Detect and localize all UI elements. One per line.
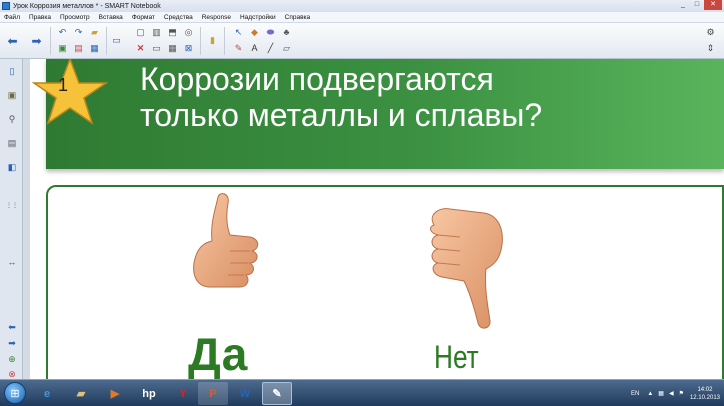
gear-icon[interactable]: ⚙ bbox=[704, 26, 717, 39]
tray-arrow-icon[interactable]: ▲ bbox=[647, 391, 653, 397]
toolbar-move-icon[interactable]: ⇕ bbox=[704, 42, 717, 55]
window-controls: _ □ ✕ bbox=[676, 0, 722, 10]
menu-tools[interactable]: Средства bbox=[164, 14, 193, 21]
answer-no[interactable]: Нет bbox=[434, 339, 479, 376]
clock-time: 14:02 bbox=[697, 386, 713, 393]
back-arrow-icon[interactable]: ⬅ bbox=[6, 34, 19, 47]
vertical-scrollbar[interactable] bbox=[23, 59, 30, 379]
word-icon[interactable]: W bbox=[230, 382, 260, 405]
menu-file[interactable]: Файл bbox=[4, 14, 20, 21]
main-toolbar: ⬅ ➡ ↶ ↷ ▰ ▣ ▤ ▦ ▭ ▢ ▥ ⬒ ◎ ✕ ▭ ▦ ⊠ ▮ ↖ ◆ … bbox=[0, 23, 724, 59]
undo-icon[interactable]: ↶ bbox=[56, 26, 69, 39]
line-icon[interactable]: ╱ bbox=[264, 42, 277, 55]
question-line-2: только металлы и сплавы? bbox=[140, 97, 543, 133]
star-icon bbox=[31, 59, 109, 125]
network-icon[interactable]: ▦ bbox=[658, 390, 664, 397]
smart-notebook-taskbar-icon[interactable]: ✎ bbox=[262, 382, 292, 405]
magic-pen-icon[interactable]: ▱ bbox=[280, 42, 293, 55]
menu-addons[interactable]: Надстройки bbox=[240, 14, 276, 21]
properties-tab-icon[interactable]: ▤ bbox=[5, 137, 19, 150]
menu-edit[interactable]: Правка bbox=[29, 14, 51, 21]
internet-explorer-icon[interactable]: e bbox=[32, 382, 62, 405]
menu-help[interactable]: Справка bbox=[285, 14, 311, 21]
addons-tab-icon[interactable]: ◧ bbox=[5, 161, 19, 174]
answer-yes[interactable]: Да bbox=[188, 327, 248, 379]
minimize-button[interactable]: _ bbox=[676, 0, 690, 10]
table-icon[interactable]: ▦ bbox=[166, 42, 179, 55]
insert-icon[interactable]: ⬒ bbox=[166, 26, 179, 39]
close-button[interactable]: ✕ bbox=[704, 0, 722, 10]
thumbs-up-icon[interactable] bbox=[190, 193, 262, 293]
slide-canvas: Коррозии подвергаются только металлы и с… bbox=[30, 59, 724, 379]
forward-arrow-icon[interactable]: ➡ bbox=[5, 337, 19, 350]
add-page-icon[interactable]: ⊕ bbox=[5, 353, 19, 366]
pens-icon[interactable]: ✎ bbox=[232, 42, 245, 55]
document-camera-icon[interactable]: ▥ bbox=[150, 26, 163, 39]
question-banner: Коррозии подвергаются только металлы и с… bbox=[46, 59, 724, 169]
fill-icon[interactable]: ♣ bbox=[280, 26, 293, 39]
toolbar-separator bbox=[106, 27, 107, 55]
open-folder-icon[interactable]: ▰ bbox=[88, 26, 101, 39]
properties-icon[interactable]: ▮ bbox=[206, 34, 219, 47]
yandex-browser-icon[interactable]: Y bbox=[168, 382, 198, 405]
volume-icon[interactable]: ◀ bbox=[669, 390, 674, 397]
full-screen-icon[interactable]: ⊠ bbox=[182, 42, 195, 55]
screen-shade-icon[interactable]: ▭ bbox=[150, 42, 163, 55]
media-player-icon[interactable]: ▶ bbox=[100, 382, 130, 405]
display-screen-icon[interactable]: ▭ bbox=[110, 34, 123, 47]
thumbs-down-icon[interactable] bbox=[424, 207, 506, 331]
select-arrow-icon[interactable]: ↖ bbox=[232, 26, 245, 39]
window-title: Урок Коррозия металлов * - SMART Noteboo… bbox=[13, 2, 161, 10]
menu-view[interactable]: Просмотр bbox=[60, 14, 90, 21]
powerpoint-icon[interactable]: P bbox=[198, 382, 228, 405]
question-number: 1 bbox=[58, 75, 69, 95]
eraser-icon[interactable]: ⬬ bbox=[264, 26, 277, 39]
text-icon[interactable]: A bbox=[248, 42, 261, 55]
sidebar-resize-icon[interactable]: ↔ bbox=[5, 255, 19, 268]
maximize-button[interactable]: □ bbox=[690, 0, 704, 10]
globe-icon[interactable]: ◎ bbox=[182, 26, 195, 39]
toolbar-separator bbox=[50, 27, 51, 55]
language-indicator[interactable]: EN bbox=[631, 391, 639, 397]
question-text: Коррозии подвергаются только металлы и с… bbox=[140, 61, 542, 133]
smart-notebook-icon bbox=[2, 2, 10, 10]
system-tray: EN ▲ ▦ ◀ ⚑ 14:02 12.10.2013 bbox=[631, 383, 720, 404]
back-arrow-icon[interactable]: ⬅ bbox=[5, 321, 19, 334]
title-bar: Урок Коррозия металлов * - SMART Noteboo… bbox=[0, 0, 724, 12]
add-page-icon[interactable]: ▣ bbox=[56, 42, 69, 55]
menu-format[interactable]: Формат bbox=[132, 14, 155, 21]
file-explorer-icon[interactable]: ▰ bbox=[66, 382, 96, 405]
clock[interactable]: 14:02 12.10.2013 bbox=[690, 386, 720, 402]
toolbar-separator bbox=[200, 27, 201, 55]
clock-date: 12.10.2013 bbox=[689, 394, 720, 401]
side-tabs: ▯ ▣ ⚲ ▤ ◧ ⋮⋮ ↔ ⬅ ➡ ⊕ ⊗ bbox=[0, 59, 23, 379]
answer-panel bbox=[46, 185, 724, 379]
delete-page-icon[interactable]: ▤ bbox=[72, 42, 85, 55]
screen-capture-icon[interactable]: ▢ bbox=[134, 26, 147, 39]
page-sorter-icon[interactable]: ▯ bbox=[5, 65, 19, 78]
toolbar-separator bbox=[224, 27, 225, 55]
attachments-icon[interactable]: ⚲ bbox=[5, 113, 19, 126]
question-line-1: Коррозии подвергаются bbox=[140, 61, 494, 97]
save-icon[interactable]: ▦ bbox=[88, 42, 101, 55]
forward-arrow-icon[interactable]: ➡ bbox=[30, 34, 43, 47]
start-button[interactable]: ⊞ bbox=[4, 382, 26, 404]
delete-icon[interactable]: ✕ bbox=[134, 42, 147, 55]
menu-response[interactable]: Response bbox=[202, 14, 231, 21]
menu-insert[interactable]: Вставка bbox=[99, 14, 123, 21]
gallery-icon[interactable]: ▣ bbox=[5, 89, 19, 102]
sidebar-grip-icon[interactable]: ⋮⋮ bbox=[5, 199, 19, 212]
menu-bar: Файл Правка Просмотр Вставка Формат Сред… bbox=[0, 12, 724, 23]
redo-icon[interactable]: ↷ bbox=[72, 26, 85, 39]
windows-taskbar: ⊞ e ▰ ▶ hp Y P W ✎ EN ▲ ▦ ◀ ⚑ 14:02 12.1… bbox=[0, 379, 724, 406]
hp-icon[interactable]: hp bbox=[134, 382, 164, 405]
shapes-icon[interactable]: ◆ bbox=[248, 26, 261, 39]
flag-icon[interactable]: ⚑ bbox=[679, 390, 684, 397]
